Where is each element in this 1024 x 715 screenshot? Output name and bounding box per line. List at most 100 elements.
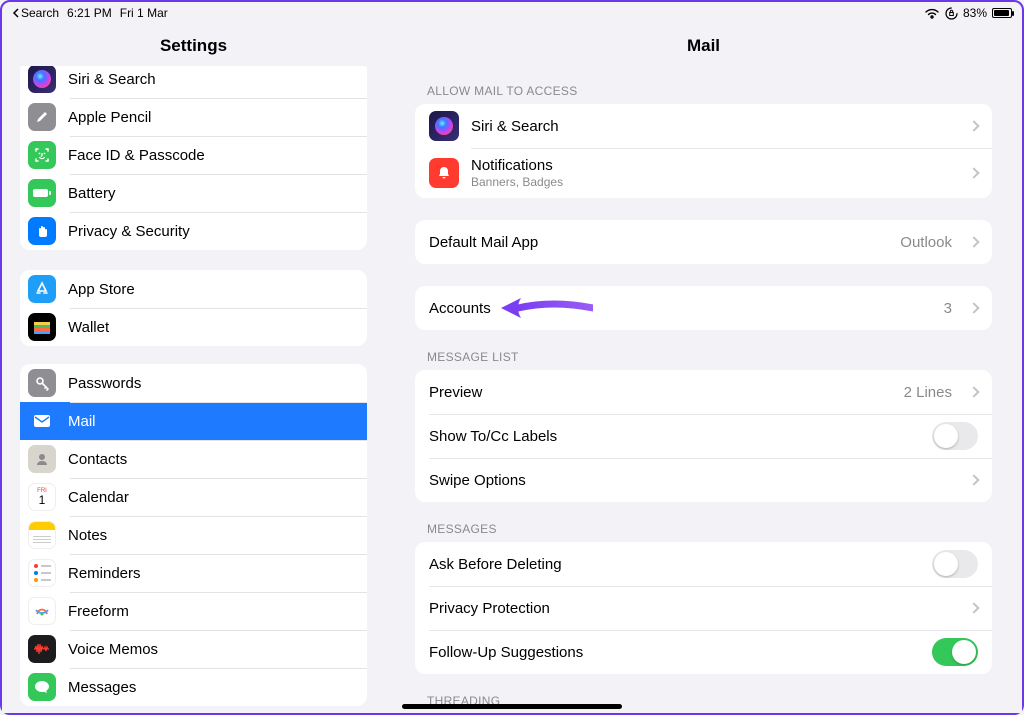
- row-show-tocc[interactable]: Show To/Cc Labels: [415, 414, 992, 458]
- contacts-icon: [28, 445, 56, 473]
- back-to-search[interactable]: Search: [12, 6, 59, 20]
- section-allow-access: Allow Mail to Access: [415, 66, 992, 104]
- sidebar-item-label: Notes: [68, 527, 107, 544]
- sidebar-item-siri[interactable]: Siri & Search: [20, 66, 367, 98]
- sidebar-item-mail[interactable]: Mail: [20, 402, 367, 440]
- chevron-right-icon: [968, 167, 979, 178]
- sidebar-item-contacts[interactable]: Contacts: [20, 440, 367, 478]
- sidebar-item-label: Face ID & Passcode: [68, 147, 205, 164]
- chevron-right-icon: [968, 474, 979, 485]
- voicememos-icon: [28, 635, 56, 663]
- sidebar-item-label: Wallet: [68, 319, 109, 336]
- sidebar-item-reminders[interactable]: Reminders: [20, 554, 367, 592]
- sidebar-item-faceid[interactable]: Face ID & Passcode: [20, 136, 367, 174]
- sidebar-item-passwords[interactable]: Passwords: [20, 364, 367, 402]
- siri-icon: [28, 66, 56, 93]
- sidebar-item-label: Messages: [68, 679, 136, 696]
- appstore-icon: [28, 275, 56, 303]
- sidebar-item-label: Calendar: [68, 489, 129, 506]
- sidebar-item-wallet[interactable]: Wallet: [20, 308, 367, 346]
- row-value: 3: [944, 300, 952, 317]
- sidebar-item-label: Contacts: [68, 451, 127, 468]
- pencil-icon: [28, 103, 56, 131]
- sidebar-title: Settings: [2, 24, 385, 66]
- sidebar-item-appstore[interactable]: App Store: [20, 270, 367, 308]
- sidebar-item-label: Reminders: [68, 565, 141, 582]
- battery-icon: [28, 179, 56, 207]
- row-notifications[interactable]: NotificationsBanners, Badges: [415, 148, 992, 198]
- bell-icon: [429, 158, 459, 188]
- row-label: Ask Before Deleting: [429, 556, 920, 573]
- sidebar-item-label: Siri & Search: [68, 71, 156, 88]
- chevron-right-icon: [968, 602, 979, 613]
- battery-percent: 83%: [963, 6, 987, 20]
- wallet-icon: [28, 313, 56, 341]
- reminders-icon: [28, 559, 56, 587]
- siri-icon: [429, 111, 459, 141]
- row-label: Siri & Search: [471, 118, 958, 135]
- status-time: 6:21 PM: [67, 6, 112, 20]
- chevron-right-icon: [968, 120, 979, 131]
- row-label: Follow-Up Suggestions: [429, 644, 920, 661]
- row-sublabel: Banners, Badges: [471, 175, 958, 189]
- sidebar-item-label: Freeform: [68, 603, 129, 620]
- faceid-icon: [28, 141, 56, 169]
- notes-icon: [28, 521, 56, 549]
- row-label: Privacy Protection: [429, 600, 958, 617]
- row-label: Default Mail App: [429, 234, 888, 251]
- row-value: Outlook: [900, 234, 952, 251]
- sidebar-item-calendar[interactable]: FRI1 Calendar: [20, 478, 367, 516]
- chevron-right-icon: [968, 386, 979, 397]
- row-ask-before-deleting[interactable]: Ask Before Deleting: [415, 542, 992, 586]
- toggle-show-tocc[interactable]: [932, 422, 978, 450]
- sidebar-item-label: Passwords: [68, 375, 141, 392]
- section-message-list: Message List: [415, 330, 992, 370]
- toggle-ask-before-deleting[interactable]: [932, 550, 978, 578]
- sidebar-item-label: Mail: [68, 413, 96, 430]
- hand-icon: [28, 217, 56, 245]
- orientation-lock-icon: [945, 7, 958, 20]
- freeform-icon: [28, 597, 56, 625]
- sidebar-item-label: Apple Pencil: [68, 109, 151, 126]
- sidebar-item-label: Voice Memos: [68, 641, 158, 658]
- row-label: Show To/Cc Labels: [429, 428, 920, 445]
- back-label: Search: [21, 6, 59, 20]
- sidebar-item-privacy[interactable]: Privacy & Security: [20, 212, 367, 250]
- row-label: Swipe Options: [429, 472, 958, 489]
- battery-icon: [992, 8, 1012, 18]
- sidebar-item-freeform[interactable]: Freeform: [20, 592, 367, 630]
- key-icon: [28, 369, 56, 397]
- sidebar-item-messages[interactable]: Messages: [20, 668, 367, 706]
- status-bar: Search 6:21 PM Fri 1 Mar 83%: [2, 2, 1022, 24]
- sidebar-item-apple-pencil[interactable]: Apple Pencil: [20, 98, 367, 136]
- messages-icon: [28, 673, 56, 701]
- row-privacy-protection[interactable]: Privacy Protection: [415, 586, 992, 630]
- row-siri-search[interactable]: Siri & Search: [415, 104, 992, 148]
- sidebar-item-battery[interactable]: Battery: [20, 174, 367, 212]
- envelope-icon: [28, 407, 56, 435]
- calendar-icon: FRI1: [28, 483, 56, 511]
- row-value: 2 Lines: [904, 384, 952, 401]
- home-indicator[interactable]: [402, 704, 622, 709]
- sidebar-item-label: App Store: [68, 281, 135, 298]
- row-followup-suggestions[interactable]: Follow-Up Suggestions: [415, 630, 992, 674]
- row-label: Preview: [429, 384, 892, 401]
- row-preview[interactable]: Preview 2 Lines: [415, 370, 992, 414]
- wifi-icon: [924, 7, 940, 19]
- chevron-right-icon: [968, 236, 979, 247]
- row-label: Accounts: [429, 300, 932, 317]
- sidebar-item-label: Battery: [68, 185, 116, 202]
- row-default-mail-app[interactable]: Default Mail App Outlook: [415, 220, 992, 264]
- sidebar-item-notes[interactable]: Notes: [20, 516, 367, 554]
- row-label: Notifications: [471, 157, 958, 174]
- section-messages: Messages: [415, 502, 992, 542]
- row-accounts[interactable]: Accounts 3: [415, 286, 992, 330]
- detail-title: Mail: [385, 24, 1022, 66]
- sidebar-item-voicememos[interactable]: Voice Memos: [20, 630, 367, 668]
- mail-detail-pane: Mail Allow Mail to Access Siri & Search …: [385, 24, 1022, 713]
- toggle-followup[interactable]: [932, 638, 978, 666]
- row-swipe-options[interactable]: Swipe Options: [415, 458, 992, 502]
- settings-sidebar: Settings Siri & Search Apple Pencil Face…: [2, 24, 385, 713]
- chevron-right-icon: [968, 302, 979, 313]
- status-date: Fri 1 Mar: [120, 6, 168, 20]
